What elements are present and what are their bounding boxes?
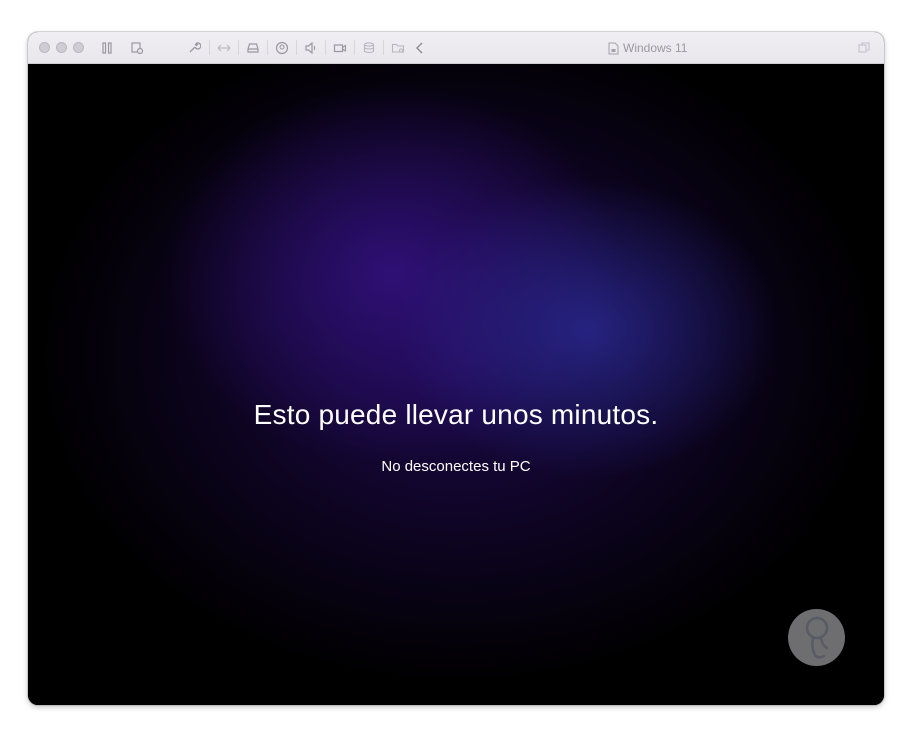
vm-screen[interactable]: Esto puede llevar unos minutos. No desco… [28, 64, 884, 705]
setup-headline: Esto puede llevar unos minutos. [253, 399, 659, 430]
vm-window: Windows 11 Esto puede llevar unos minuto… [28, 32, 884, 705]
watermark-figure-icon [805, 616, 828, 659]
zoom-button[interactable] [73, 42, 84, 53]
toolbar-separator [354, 40, 355, 55]
toolbar-separator [209, 40, 210, 55]
close-button[interactable] [39, 42, 50, 53]
title-bar: Windows 11 [28, 32, 884, 64]
toolbar-separator [325, 40, 326, 55]
resize-icon[interactable] [215, 39, 233, 57]
user-icon[interactable] [273, 39, 291, 57]
sound-icon[interactable] [302, 39, 320, 57]
minimize-button[interactable] [56, 42, 67, 53]
window-title: Windows 11 [608, 40, 687, 56]
toolbar-separator [296, 40, 297, 55]
document-lock-icon [608, 42, 619, 54]
toolbar-separator [238, 40, 239, 55]
window-title-text: Windows 11 [623, 41, 688, 55]
toolbar-separator [267, 40, 268, 55]
setup-subline: No desconectes tu PC [381, 458, 531, 475]
settings-wrench-icon[interactable] [185, 39, 203, 57]
shared-folder-icon[interactable] [389, 39, 407, 57]
fullscreen-icon[interactable] [855, 39, 873, 57]
camera-icon[interactable] [331, 39, 349, 57]
toolbar-separator [383, 40, 384, 55]
snapshot-icon[interactable] [128, 39, 146, 57]
usb-icon[interactable] [360, 39, 378, 57]
pause-icon[interactable] [98, 39, 116, 57]
disk-icon[interactable] [244, 39, 262, 57]
back-chevron-icon[interactable] [411, 39, 429, 57]
watermark-logo [788, 609, 845, 666]
